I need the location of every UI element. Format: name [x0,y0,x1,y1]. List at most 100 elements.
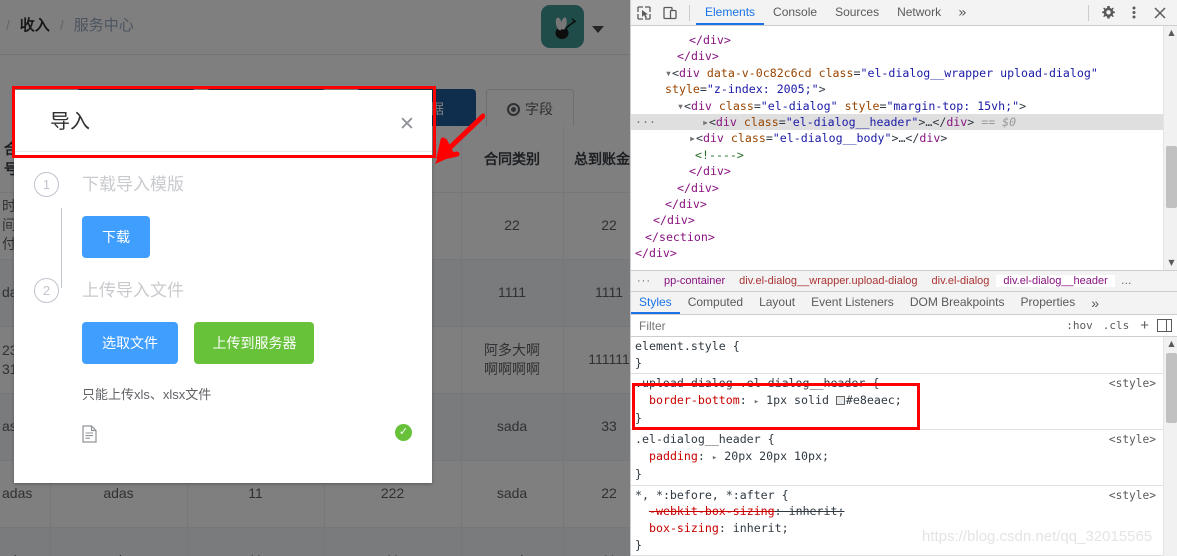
devtools-panel: Elements Console Sources Network » </div… [630,0,1177,556]
tab-layout[interactable]: Layout [751,292,803,314]
dom-node-continuation[interactable]: style="z-index: 2005;"> [631,81,1177,97]
dom-tree[interactable]: </div> </div> ▾<div data-v-0c82c6cd clas… [631,26,1177,270]
rule-declaration[interactable]: padding: ▸ 20px 20px 10px; [635,448,1177,467]
scroll-down-icon[interactable]: ▼ [1164,256,1177,270]
styles-scrollbar[interactable]: ▲ [1163,337,1177,556]
uploaded-file-item[interactable]: ✓ [82,421,412,447]
gear-icon[interactable] [1095,1,1121,25]
step-content-download: 下载 [82,196,412,258]
select-file-button[interactable]: 选取文件 [82,322,178,364]
upload-success-icon: ✓ [395,424,412,441]
style-rule-dialog-header[interactable]: .el-dialog__header { padding: ▸ 20px 20p… [631,430,1177,486]
step-connector-line [61,208,62,288]
scroll-up-icon[interactable]: ▲ [1164,337,1177,351]
more-sidebar-tabs-icon[interactable]: » [1083,295,1107,311]
upload-to-server-button[interactable]: 上传到服务器 [194,322,315,364]
dom-node[interactable]: </div> [631,180,1177,196]
breadcrumb-crumb-dialog-wrapper[interactable]: div.el-dialog__wrapper.upload-dialog [732,275,924,287]
tab-computed[interactable]: Computed [680,292,751,314]
style-rule-upload-dialog-header[interactable]: .upload-dialog .el-dialog__header { bord… [631,374,1177,430]
new-style-rule-button[interactable]: + [1134,317,1155,334]
rule-selector[interactable]: .upload-dialog .el-dialog__header { [635,375,1177,392]
upload-tip: 只能上传xls、xlsx文件 [82,387,212,402]
steps-container: 1 下载导入模版 下载 2 上传导入文件 选取文件 上传到服务器 只能上传xls… [34,172,412,447]
tab-sources[interactable]: Sources [826,0,888,25]
dom-tree-scrollbar[interactable]: ▲ ▼ [1163,26,1177,270]
watermark: https://blog.csdn.net/qq_32015565 [922,528,1153,545]
web-page-viewport: / 收入 / 服务中心 导入数据 导出数据 同步数据 [0,0,630,556]
breadcrumb-crumb-el-dialog[interactable]: div.el-dialog [925,275,997,287]
dialog-header: 导入 ✕ [14,90,432,152]
step-number-1: 1 [34,172,59,197]
style-rule-universal-box-sizing[interactable]: *, *:before, *:after { -webkit-box-sizin… [631,486,1177,556]
toolbar-divider [689,4,690,21]
dom-node[interactable]: ▾<div data-v-0c82c6cd class="el-dialog__… [631,65,1177,81]
rule-source-link[interactable]: <style> [1109,432,1156,449]
tab-properties[interactable]: Properties [1013,292,1084,314]
dom-node[interactable]: </div> [631,245,1177,261]
dom-node-comment[interactable]: <!----> [631,147,1177,163]
dom-node[interactable]: </div> [631,163,1177,179]
tab-event-listeners[interactable]: Event Listeners [803,292,902,314]
tab-dom-breakpoints[interactable]: DOM Breakpoints [902,292,1013,314]
dom-node[interactable]: </div> [631,48,1177,64]
styles-filter-input[interactable] [631,317,1062,334]
breadcrumb-trailing-icon[interactable]: … [1115,275,1139,287]
dom-tree-content: </div> </div> ▾<div data-v-0c82c6cd clas… [631,26,1177,261]
dialog-body: 1 下载导入模版 下载 2 上传导入文件 选取文件 上传到服务器 只能上传xls… [14,152,432,483]
toggle-sidebar-icon[interactable] [1157,319,1172,332]
step-title-download: 下载导入模版 [82,175,184,194]
dialog-title: 导入 [50,111,90,133]
tab-styles[interactable]: Styles [631,292,680,314]
rule-selector[interactable]: element.style { [635,338,1177,355]
step-content-upload: 选取文件 上传到服务器 只能上传xls、xlsx文件 ✓ [82,302,412,447]
rule-close-brace: } [635,355,642,370]
breadcrumb-crumb-app-container[interactable]: pp-container [657,275,732,287]
cls-toggle[interactable]: .cls [1098,319,1135,332]
rule-declaration[interactable]: border-bottom: ▸ 1px solid #e8eaec; [635,392,1177,411]
download-button[interactable]: 下载 [82,216,150,258]
step-title-upload: 上传导入文件 [82,281,184,300]
rule-selector[interactable]: .el-dialog__header { [635,431,1177,448]
tab-network[interactable]: Network [888,0,950,25]
tab-elements[interactable]: Elements [696,0,765,25]
styles-sidebar-tabs: Styles Computed Layout Event Listeners D… [631,292,1177,315]
more-vertical-icon[interactable] [1121,1,1147,25]
dom-node[interactable]: </div> [631,196,1177,212]
scrollbar-thumb[interactable] [1166,146,1177,208]
dom-node-selected[interactable]: ··· ▸<div class="el-dialog__header">…</di… [631,113,1177,131]
dom-node[interactable]: </div> [631,212,1177,228]
color-swatch[interactable] [835,395,845,405]
scrollbar-thumb[interactable] [1166,353,1177,423]
rule-close-brace: } [635,411,642,426]
breadcrumb-overflow-icon[interactable]: ··· [631,275,657,287]
dom-breadcrumb: ··· pp-container div.el-dialog__wrapper.… [631,270,1177,292]
breadcrumb-crumb-dialog-header[interactable]: div.el-dialog__header [996,275,1115,287]
rule-declaration-overridden[interactable]: -webkit-box-sizing: inherit; [635,503,1177,520]
tab-console[interactable]: Console [764,0,826,25]
step-number-2: 2 [34,278,59,303]
dom-node[interactable]: </div> [631,32,1177,48]
more-tabs-icon[interactable]: » [950,5,974,21]
hov-toggle[interactable]: :hov [1061,319,1098,332]
document-icon [82,425,97,443]
import-dialog: 导入 ✕ 1 下载导入模版 下载 2 上传导入文件 选取文件 上传到服务器 只能… [14,90,432,483]
devtools-toolbar-right [1082,0,1173,25]
rule-selector[interactable]: *, *:before, *:after { [635,487,1177,504]
dom-node[interactable]: ▸<div class="el-dialog__body">…</div> [631,130,1177,146]
close-icon[interactable]: ✕ [396,114,418,136]
style-rule-element-style[interactable]: element.style { } [631,337,1177,375]
dom-node[interactable]: ▾<div class="el-dialog" style="margin-to… [631,98,1177,114]
rule-close-brace: } [635,467,642,482]
inspect-element-icon[interactable] [631,1,657,25]
close-icon[interactable] [1147,1,1173,25]
rule-source-link[interactable]: <style> [1109,376,1156,393]
scroll-up-icon[interactable]: ▲ [1164,26,1177,40]
dom-node[interactable]: </section> [631,229,1177,245]
rule-source-link[interactable]: <style> [1109,488,1156,505]
styles-rules-list[interactable]: element.style { } .upload-dialog .el-dia… [631,337,1177,556]
device-toolbar-icon[interactable] [657,1,683,25]
toolbar-divider [1088,4,1089,21]
step-upload-file: 2 上传导入文件 选取文件 上传到服务器 只能上传xls、xlsx文件 ✓ [34,278,412,447]
devtools-toolbar: Elements Console Sources Network » [631,0,1177,26]
